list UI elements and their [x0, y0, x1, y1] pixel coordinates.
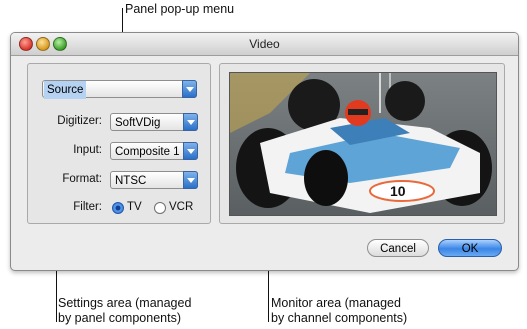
input-value: Composite 1 — [115, 146, 180, 158]
ok-button[interactable]: OK — [438, 239, 502, 257]
title-bar[interactable]: Video — [11, 33, 518, 56]
video-dialog-window: Video Source Digitizer: SoftVDig Input: … — [10, 32, 519, 271]
filter-radio-tv-label: TV — [127, 201, 142, 213]
chevron-down-icon — [183, 142, 198, 160]
video-preview: 10 — [229, 72, 497, 216]
format-value: NTSC — [115, 175, 147, 187]
digitizer-value: SoftVDig — [115, 117, 161, 129]
filter-radio-vcr[interactable] — [154, 202, 166, 214]
chevron-down-icon — [183, 113, 198, 131]
filter-radio-tv[interactable] — [112, 202, 124, 214]
filter-radio-vcr-label: VCR — [169, 201, 194, 213]
callout-monitor-area: Monitor area (managed by channel compone… — [271, 296, 408, 325]
format-popup[interactable]: NTSC — [110, 171, 198, 189]
chevron-down-icon — [183, 171, 198, 189]
format-label: Format: — [62, 173, 102, 185]
monitor-area: 10 — [219, 63, 505, 224]
digitizer-popup[interactable]: SoftVDig — [110, 113, 198, 131]
input-popup[interactable]: Composite 1 — [110, 142, 198, 160]
race-car-image: 10 — [230, 73, 496, 215]
window-title: Video — [249, 37, 280, 51]
digitizer-label: Digitizer: — [57, 115, 102, 127]
filter-label: Filter: — [73, 201, 102, 213]
callout-panel-popup-menu: Panel pop-up menu — [125, 2, 235, 16]
settings-area: Source Digitizer: SoftVDig Input: Compos… — [27, 63, 211, 224]
cancel-button[interactable]: Cancel — [367, 239, 429, 257]
chevron-down-icon — [182, 80, 197, 98]
panel-popup-value: Source — [44, 81, 87, 99]
svg-text:10: 10 — [390, 183, 406, 199]
callout-settings-area: Settings area (managed by panel componen… — [58, 296, 192, 325]
panel-popup-menu[interactable]: Source — [42, 80, 197, 99]
input-label: Input: — [73, 144, 102, 156]
